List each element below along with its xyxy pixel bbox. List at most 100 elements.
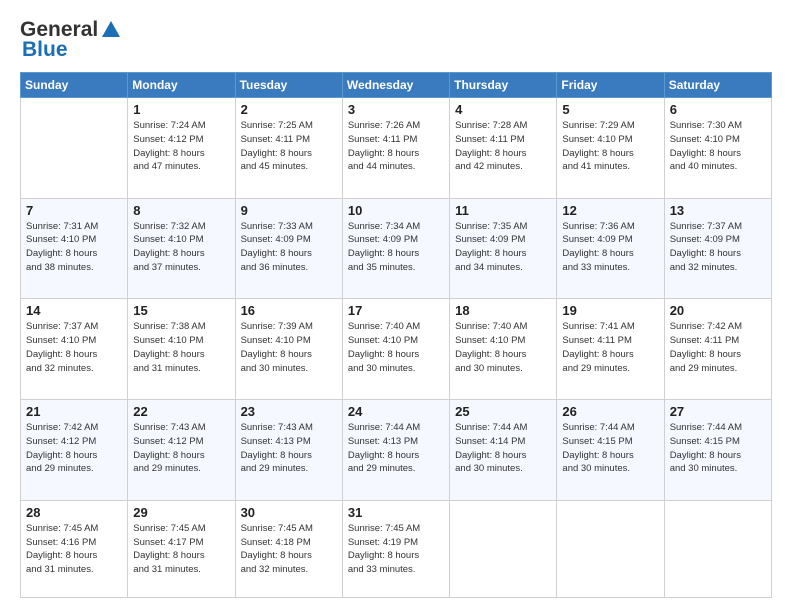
weekday-thursday: Thursday: [450, 73, 557, 98]
calendar-cell: 6 Sunrise: 7:30 AM Sunset: 4:10 PM Daylig…: [664, 98, 771, 199]
calendar-cell: 14Sunrise: 7:37 AM Sunset: 4:10 PM Dayli…: [21, 299, 128, 400]
day-number: 21: [26, 404, 122, 419]
day-number: 16: [241, 303, 337, 318]
day-info: Sunrise: 7:31 AM Sunset: 4:10 PM Dayligh…: [26, 220, 122, 275]
day-number: 19: [562, 303, 658, 318]
day-info: Sunrise: 7:41 AM Sunset: 4:11 PM Dayligh…: [562, 320, 658, 375]
calendar-cell: 30Sunrise: 7:45 AM Sunset: 4:18 PM Dayli…: [235, 500, 342, 597]
page: General Blue SundayMondayTuesdayWednesda…: [0, 0, 792, 612]
calendar-cell: [21, 98, 128, 199]
day-number: 13: [670, 203, 766, 218]
day-number: 3: [348, 102, 444, 117]
day-number: 26: [562, 404, 658, 419]
weekday-tuesday: Tuesday: [235, 73, 342, 98]
logo-blue: Blue: [22, 38, 68, 62]
calendar-cell: 24 Sunrise: 7:44 AM Sunset: 4:13 PM Dayli…: [342, 400, 449, 501]
calendar-cell: 10 Sunrise: 7:34 AM Sunset: 4:09 PM Dayli…: [342, 198, 449, 299]
day-info: Sunrise: 7:26 AM Sunset: 4:11 PM Dayligh…: [348, 119, 444, 174]
weekday-wednesday: Wednesday: [342, 73, 449, 98]
day-number: 24: [348, 404, 444, 419]
day-info: Sunrise: 7:29 AM Sunset: 4:10 PM Dayligh…: [562, 119, 658, 174]
day-number: 28: [26, 505, 122, 520]
calendar-cell: 7Sunrise: 7:31 AM Sunset: 4:10 PM Daylig…: [21, 198, 128, 299]
day-info: Sunrise: 7:40 AM Sunset: 4:10 PM Dayligh…: [455, 320, 551, 375]
calendar-cell: 1 Sunrise: 7:24 AM Sunset: 4:12 PM Daylig…: [128, 98, 235, 199]
weekday-saturday: Saturday: [664, 73, 771, 98]
calendar-table: SundayMondayTuesdayWednesdayThursdayFrid…: [20, 72, 772, 598]
calendar-cell: 12Sunrise: 7:36 AM Sunset: 4:09 PM Dayli…: [557, 198, 664, 299]
calendar-cell: [557, 500, 664, 597]
week-row-1: 1 Sunrise: 7:24 AM Sunset: 4:12 PM Daylig…: [21, 98, 772, 199]
day-info: Sunrise: 7:44 AM Sunset: 4:13 PM Dayligh…: [348, 421, 444, 476]
week-row-2: 7Sunrise: 7:31 AM Sunset: 4:10 PM Daylig…: [21, 198, 772, 299]
calendar-cell: 18 Sunrise: 7:40 AM Sunset: 4:10 PM Dayli…: [450, 299, 557, 400]
calendar-cell: 8Sunrise: 7:32 AM Sunset: 4:10 PM Daylig…: [128, 198, 235, 299]
day-info: Sunrise: 7:36 AM Sunset: 4:09 PM Dayligh…: [562, 220, 658, 275]
calendar-cell: 20 Sunrise: 7:42 AM Sunset: 4:11 PM Dayli…: [664, 299, 771, 400]
day-info: Sunrise: 7:35 AM Sunset: 4:09 PM Dayligh…: [455, 220, 551, 275]
day-number: 20: [670, 303, 766, 318]
day-number: 31: [348, 505, 444, 520]
day-number: 10: [348, 203, 444, 218]
calendar-cell: [450, 500, 557, 597]
day-info: Sunrise: 7:24 AM Sunset: 4:12 PM Dayligh…: [133, 119, 229, 174]
day-number: 11: [455, 203, 551, 218]
calendar-cell: 19 Sunrise: 7:41 AM Sunset: 4:11 PM Dayli…: [557, 299, 664, 400]
day-info: Sunrise: 7:44 AM Sunset: 4:14 PM Dayligh…: [455, 421, 551, 476]
calendar-cell: 17 Sunrise: 7:40 AM Sunset: 4:10 PM Dayli…: [342, 299, 449, 400]
calendar-cell: 5 Sunrise: 7:29 AM Sunset: 4:10 PM Daylig…: [557, 98, 664, 199]
day-number: 14: [26, 303, 122, 318]
day-info: Sunrise: 7:34 AM Sunset: 4:09 PM Dayligh…: [348, 220, 444, 275]
day-number: 5: [562, 102, 658, 117]
day-info: Sunrise: 7:42 AM Sunset: 4:12 PM Dayligh…: [26, 421, 122, 476]
day-number: 17: [348, 303, 444, 318]
day-number: 27: [670, 404, 766, 419]
day-number: 29: [133, 505, 229, 520]
day-number: 30: [241, 505, 337, 520]
calendar-cell: 26 Sunrise: 7:44 AM Sunset: 4:15 PM Dayli…: [557, 400, 664, 501]
day-number: 6: [670, 102, 766, 117]
calendar-cell: 2Sunrise: 7:25 AM Sunset: 4:11 PM Daylig…: [235, 98, 342, 199]
weekday-header-row: SundayMondayTuesdayWednesdayThursdayFrid…: [21, 73, 772, 98]
day-number: 15: [133, 303, 229, 318]
day-number: 23: [241, 404, 337, 419]
calendar-cell: 27 Sunrise: 7:44 AM Sunset: 4:15 PM Dayli…: [664, 400, 771, 501]
calendar-cell: 22 Sunrise: 7:43 AM Sunset: 4:12 PM Dayli…: [128, 400, 235, 501]
day-info: Sunrise: 7:43 AM Sunset: 4:12 PM Dayligh…: [133, 421, 229, 476]
day-info: Sunrise: 7:28 AM Sunset: 4:11 PM Dayligh…: [455, 119, 551, 174]
calendar-cell: 16 Sunrise: 7:39 AM Sunset: 4:10 PM Dayli…: [235, 299, 342, 400]
weekday-sunday: Sunday: [21, 73, 128, 98]
calendar-cell: 31 Sunrise: 7:45 AM Sunset: 4:19 PM Dayli…: [342, 500, 449, 597]
weekday-friday: Friday: [557, 73, 664, 98]
day-info: Sunrise: 7:30 AM Sunset: 4:10 PM Dayligh…: [670, 119, 766, 174]
weekday-monday: Monday: [128, 73, 235, 98]
logo: General Blue: [20, 18, 122, 62]
day-info: Sunrise: 7:43 AM Sunset: 4:13 PM Dayligh…: [241, 421, 337, 476]
day-info: Sunrise: 7:45 AM Sunset: 4:16 PM Dayligh…: [26, 522, 122, 577]
week-row-3: 14Sunrise: 7:37 AM Sunset: 4:10 PM Dayli…: [21, 299, 772, 400]
week-row-5: 28 Sunrise: 7:45 AM Sunset: 4:16 PM Dayli…: [21, 500, 772, 597]
day-info: Sunrise: 7:38 AM Sunset: 4:10 PM Dayligh…: [133, 320, 229, 375]
header: General Blue: [20, 18, 772, 62]
week-row-4: 21 Sunrise: 7:42 AM Sunset: 4:12 PM Dayli…: [21, 400, 772, 501]
day-number: 18: [455, 303, 551, 318]
day-info: Sunrise: 7:44 AM Sunset: 4:15 PM Dayligh…: [670, 421, 766, 476]
calendar-cell: 13 Sunrise: 7:37 AM Sunset: 4:09 PM Dayli…: [664, 198, 771, 299]
day-info: Sunrise: 7:45 AM Sunset: 4:17 PM Dayligh…: [133, 522, 229, 577]
calendar-cell: 3 Sunrise: 7:26 AM Sunset: 4:11 PM Daylig…: [342, 98, 449, 199]
day-info: Sunrise: 7:39 AM Sunset: 4:10 PM Dayligh…: [241, 320, 337, 375]
day-info: Sunrise: 7:25 AM Sunset: 4:11 PM Dayligh…: [241, 119, 337, 174]
day-number: 8: [133, 203, 229, 218]
day-number: 1: [133, 102, 229, 117]
calendar-cell: 28 Sunrise: 7:45 AM Sunset: 4:16 PM Dayli…: [21, 500, 128, 597]
day-info: Sunrise: 7:45 AM Sunset: 4:19 PM Dayligh…: [348, 522, 444, 577]
day-number: 22: [133, 404, 229, 419]
day-info: Sunrise: 7:37 AM Sunset: 4:09 PM Dayligh…: [670, 220, 766, 275]
calendar-cell: 21 Sunrise: 7:42 AM Sunset: 4:12 PM Dayli…: [21, 400, 128, 501]
day-info: Sunrise: 7:42 AM Sunset: 4:11 PM Dayligh…: [670, 320, 766, 375]
day-info: Sunrise: 7:40 AM Sunset: 4:10 PM Dayligh…: [348, 320, 444, 375]
day-number: 9: [241, 203, 337, 218]
calendar-cell: 4Sunrise: 7:28 AM Sunset: 4:11 PM Daylig…: [450, 98, 557, 199]
calendar-cell: 25Sunrise: 7:44 AM Sunset: 4:14 PM Dayli…: [450, 400, 557, 501]
day-info: Sunrise: 7:44 AM Sunset: 4:15 PM Dayligh…: [562, 421, 658, 476]
